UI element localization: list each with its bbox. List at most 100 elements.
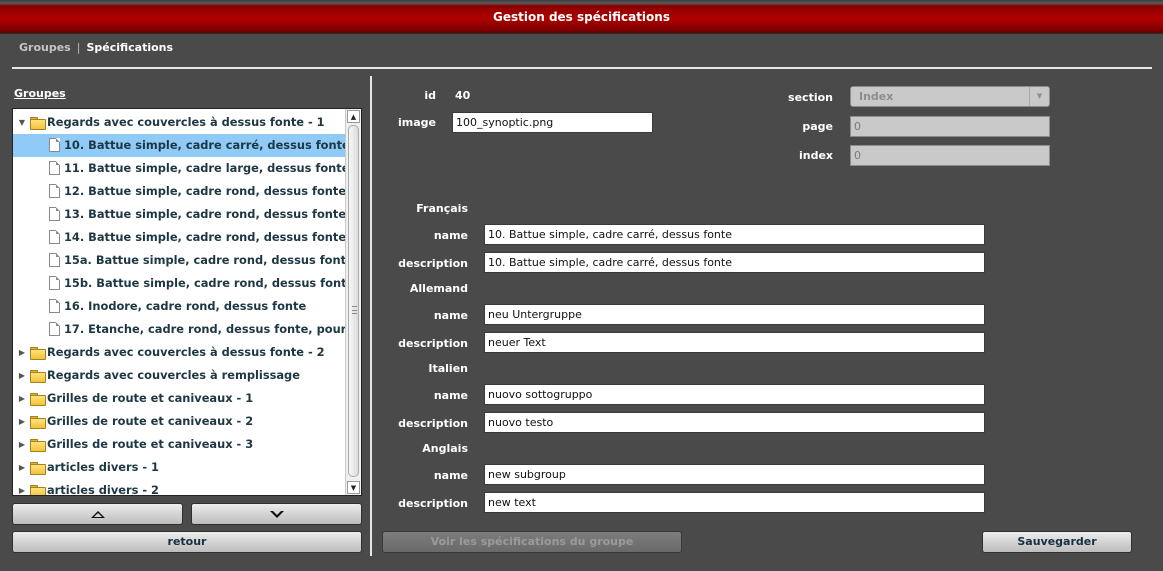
tree-document-item[interactable]: 14. Battue simple, cadre rond, dessus fo… — [13, 226, 345, 249]
expand-arrow-right-icon[interactable]: ▶ — [17, 341, 27, 364]
folder-icon — [30, 439, 46, 452]
scroll-down-arrow-icon[interactable]: ▼ — [347, 481, 360, 494]
nav-separator: | — [76, 41, 81, 54]
tree-item-label: 10. Battue simple, cadre carré, dessus f… — [64, 138, 345, 152]
tree-item-label: Regards avec couvercles à dessus fonte -… — [47, 345, 325, 359]
folder-icon — [30, 393, 46, 406]
image-label: image — [398, 116, 436, 129]
tree-folder-item[interactable]: ▶ Regards avec couvercles à remplissage — [13, 364, 345, 387]
description-field[interactable] — [484, 252, 985, 273]
vertical-divider — [370, 76, 372, 556]
tree-document-item[interactable]: 11. Battue simple, cadre large, dessus f… — [13, 157, 345, 180]
tree-document-item[interactable]: 16. Inodore, cadre rond, dessus fonte — [13, 295, 345, 318]
language-heading: Français — [416, 202, 468, 215]
tree-document-item[interactable]: 10. Battue simple, cadre carré, dessus f… — [13, 134, 345, 157]
folder-icon — [30, 485, 46, 495]
tree-item-label: 11. Battue simple, cadre large, dessus f… — [64, 161, 345, 175]
document-icon — [49, 299, 60, 313]
tree-folder-item[interactable]: ▼ Regards avec couvercles à dessus fonte … — [13, 111, 345, 134]
name-field[interactable] — [484, 464, 985, 485]
tree-document-item[interactable]: 12. Battue simple, cadre rond, dessus fo… — [13, 180, 345, 203]
folder-icon — [30, 347, 46, 360]
language-heading: Anglais — [422, 442, 468, 455]
index-field — [850, 145, 1050, 166]
tree-folder-item[interactable]: ▶ Grilles de route et caniveaux - 2 — [13, 410, 345, 433]
view-group-specifications-button: Voir les spécifications du groupe — [382, 531, 682, 553]
folder-icon — [30, 370, 46, 383]
window-titlebar: Gestion des spécifications — [0, 0, 1163, 34]
name-field[interactable] — [484, 384, 985, 405]
tree-folder-item[interactable]: ▶ articles divers - 1 — [13, 456, 345, 479]
section-select: Index ▼ — [850, 86, 1050, 107]
tree-item-label: articles divers - 1 — [47, 460, 159, 474]
id-label: id — [424, 89, 436, 102]
save-button[interactable]: Sauvegarder — [982, 531, 1132, 553]
description-field[interactable] — [484, 412, 985, 433]
expand-arrow-right-icon[interactable]: ▶ — [17, 364, 27, 387]
name-label: name — [433, 229, 468, 242]
expand-arrow-right-icon[interactable]: ▶ — [17, 433, 27, 456]
expand-arrow-right-icon[interactable]: ▶ — [17, 387, 27, 410]
document-icon — [49, 276, 60, 290]
triangle-up-icon — [90, 511, 105, 518]
tree-item-label: Regards avec couvercles à dessus fonte -… — [47, 115, 325, 129]
tree-scrollbar[interactable]: ▲ ▼ — [345, 109, 361, 495]
scrollbar-grip-icon — [352, 306, 357, 314]
tree-item-label: 15a. Battue simple, cadre rond, dessus f… — [64, 253, 345, 267]
folder-icon — [30, 462, 46, 475]
image-field[interactable] — [452, 112, 653, 133]
document-icon — [49, 230, 60, 244]
document-icon — [49, 253, 60, 267]
id-value: 40 — [455, 89, 471, 102]
move-down-button[interactable] — [191, 503, 362, 525]
name-field[interactable] — [484, 224, 985, 245]
groups-tree: ▼ Regards avec couvercles à dessus fonte … — [13, 111, 345, 495]
expand-arrow-right-icon[interactable]: ▶ — [17, 479, 27, 495]
expand-arrow-down-icon[interactable]: ▼ — [17, 111, 27, 134]
nav-link-groupes[interactable]: Groupes — [19, 41, 71, 54]
retour-button[interactable]: retour — [12, 531, 362, 553]
tree-item-label: 16. Inodore, cadre rond, dessus fonte — [64, 299, 307, 313]
tree-folder-item[interactable]: ▶ Grilles de route et caniveaux - 3 — [13, 433, 345, 456]
folder-icon — [30, 416, 46, 429]
tree-document-item[interactable]: 15b. Battue simple, cadre rond, dessus f… — [13, 272, 345, 295]
tree-item-label: 15b. Battue simple, cadre rond, dessus f… — [64, 276, 345, 290]
name-label: name — [433, 309, 468, 322]
tree-folder-item[interactable]: ▶ Grilles de route et caniveaux - 1 — [13, 387, 345, 410]
description-field[interactable] — [484, 492, 985, 513]
name-label: name — [433, 389, 468, 402]
tree-item-label: 13. Battue simple, cadre rond, dessus fo… — [64, 207, 345, 221]
tree-folder-item[interactable]: ▶ Regards avec couvercles à dessus fonte … — [13, 341, 345, 364]
document-icon — [49, 322, 60, 336]
scrollbar-thumb[interactable] — [348, 125, 359, 477]
move-up-button[interactable] — [12, 503, 183, 525]
scroll-up-arrow-icon[interactable]: ▲ — [347, 110, 360, 123]
groups-heading: Groupes — [14, 87, 66, 100]
tree-item-label: 12. Battue simple, cadre rond, dessus fo… — [64, 184, 345, 198]
description-label: description — [398, 417, 468, 430]
tree-item-label: 17. Etanche, cadre rond, dessus fonte, p… — [64, 322, 345, 336]
document-icon — [49, 184, 60, 198]
tree-document-item[interactable]: 13. Battue simple, cadre rond, dessus fo… — [13, 203, 345, 226]
page-label: page — [802, 120, 833, 133]
tree-document-item[interactable]: 17. Etanche, cadre rond, dessus fonte, p… — [13, 318, 345, 341]
document-icon — [49, 138, 60, 152]
triangle-down-icon — [269, 511, 284, 518]
description-label: description — [398, 257, 468, 270]
folder-icon — [30, 117, 46, 130]
name-field[interactable] — [484, 304, 985, 325]
page-field — [850, 116, 1050, 137]
tree-item-label: Regards avec couvercles à remplissage — [47, 368, 300, 382]
tree-folder-item[interactable]: ▶ articles divers - 2 — [13, 479, 345, 495]
top-navigation: Groupes | Spécifications — [19, 41, 173, 55]
expand-arrow-right-icon[interactable]: ▶ — [17, 410, 27, 433]
tree-document-item[interactable]: 15a. Battue simple, cadre rond, dessus f… — [13, 249, 345, 272]
description-label: description — [398, 337, 468, 350]
expand-arrow-right-icon[interactable]: ▶ — [17, 456, 27, 479]
description-field[interactable] — [484, 332, 985, 353]
language-heading: Italien — [428, 362, 468, 375]
groups-tree-panel: ▼ Regards avec couvercles à dessus fonte … — [12, 108, 362, 496]
chevron-down-icon: ▼ — [1029, 87, 1049, 106]
nav-link-specifications[interactable]: Spécifications — [86, 41, 173, 54]
tree-item-label: Grilles de route et caniveaux - 3 — [47, 437, 254, 451]
